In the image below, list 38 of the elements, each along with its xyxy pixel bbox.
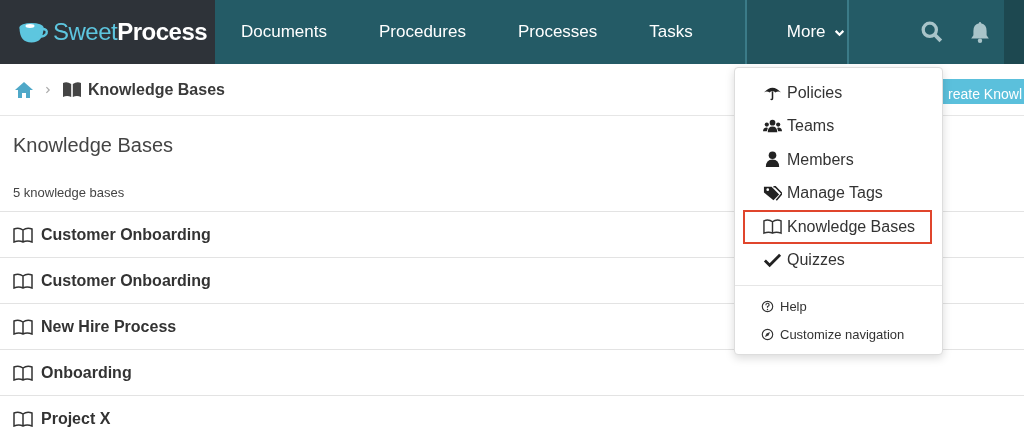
menu-item[interactable]: Help (735, 292, 942, 320)
menu-item[interactable]: Policies (745, 76, 932, 110)
menu-item[interactable]: Manage Tags (745, 176, 932, 210)
navbar-edge (1004, 0, 1024, 64)
home-icon[interactable] (14, 79, 34, 100)
breadcrumb-current: Knowledge Bases (88, 80, 225, 99)
book-icon (13, 408, 33, 429)
menu-item[interactable]: Teams (745, 109, 932, 143)
menu-item[interactable]: Members (745, 143, 932, 177)
menu-item[interactable]: Quizzes (745, 243, 932, 277)
compass-icon (761, 327, 774, 341)
search-icon[interactable] (921, 21, 943, 43)
logo[interactable]: SweetProcess (0, 0, 215, 64)
book-icon (763, 217, 782, 237)
page-title: Knowledge Bases (13, 134, 174, 158)
more-menu-button[interactable]: More (744, 0, 849, 64)
book-icon (62, 79, 82, 100)
item-count: 5 knowledge bases (13, 185, 125, 202)
nav-link[interactable]: Tasks (623, 0, 719, 64)
chevron-icon (44, 84, 52, 95)
book-icon (13, 316, 33, 337)
menu-item[interactable]: Customize navigation (735, 320, 942, 348)
knowledge-base-link[interactable]: Customer Onboarding (41, 271, 211, 290)
bell-icon[interactable] (969, 21, 991, 43)
knowledge-base-link[interactable]: Project X (41, 409, 111, 428)
book-icon (13, 224, 33, 245)
book-icon (13, 362, 33, 383)
tags-icon (763, 183, 782, 203)
book-icon (13, 270, 33, 291)
knowledge-base-link[interactable]: Onboarding (41, 363, 132, 382)
knowledge-base-link[interactable]: Customer Onboarding (41, 225, 211, 244)
knowledge-base-link[interactable]: New Hire Process (41, 317, 177, 336)
nav-link[interactable]: Procedures (353, 0, 492, 64)
menu-item[interactable]: Knowledge Bases (743, 210, 932, 244)
nav-link[interactable]: Documents (215, 0, 353, 64)
user-icon (763, 150, 782, 170)
nav-link[interactable]: Processes (491, 0, 624, 64)
help-icon (761, 299, 774, 313)
